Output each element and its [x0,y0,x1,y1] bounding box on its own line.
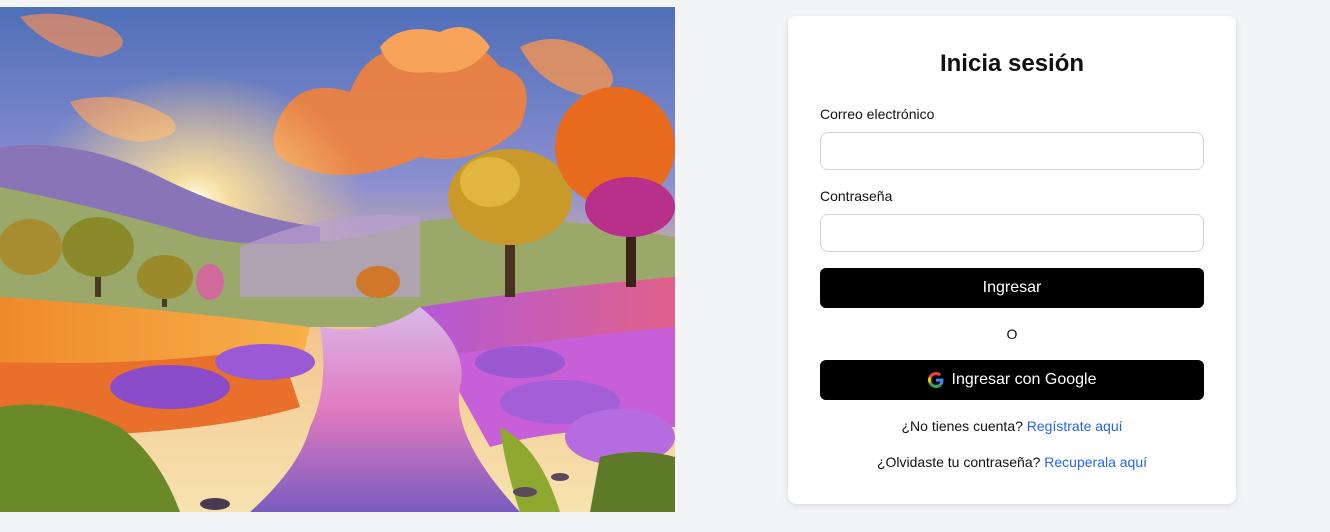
landscape-image [0,7,675,512]
login-card: Inicia sesión Correo electrónico Contras… [788,16,1236,504]
password-label: Contraseña [820,188,893,204]
google-g-icon [927,372,944,388]
register-line: ¿No tienes cuenta? Regístrate aquí [788,418,1236,434]
password-field[interactable] [820,214,1204,252]
email-field[interactable] [820,132,1204,170]
page-title: Inicia sesión [939,50,1085,77]
recover-prompt: ¿Olvidaste tu contraseña? [876,454,1041,470]
register-prompt: ¿No tienes cuenta? [901,418,1023,434]
google-login-button[interactable]: Ingresar con Google [820,360,1204,400]
landscape-illustration-icon [0,7,675,512]
email-label: Correo electrónico [820,106,935,122]
login-button[interactable]: Ingresar [820,268,1204,308]
or-divider-text: O [1006,326,1018,342]
recover-password-link[interactable]: Recuperala aquí [1044,454,1147,470]
register-link[interactable]: Regístrate aquí [1027,418,1123,434]
recover-line: ¿Olvidaste tu contraseña? Recuperala aqu… [788,454,1236,470]
google-button-label: Ingresar con Google [951,371,1097,388]
login-button-label: Ingresar [982,279,1042,296]
